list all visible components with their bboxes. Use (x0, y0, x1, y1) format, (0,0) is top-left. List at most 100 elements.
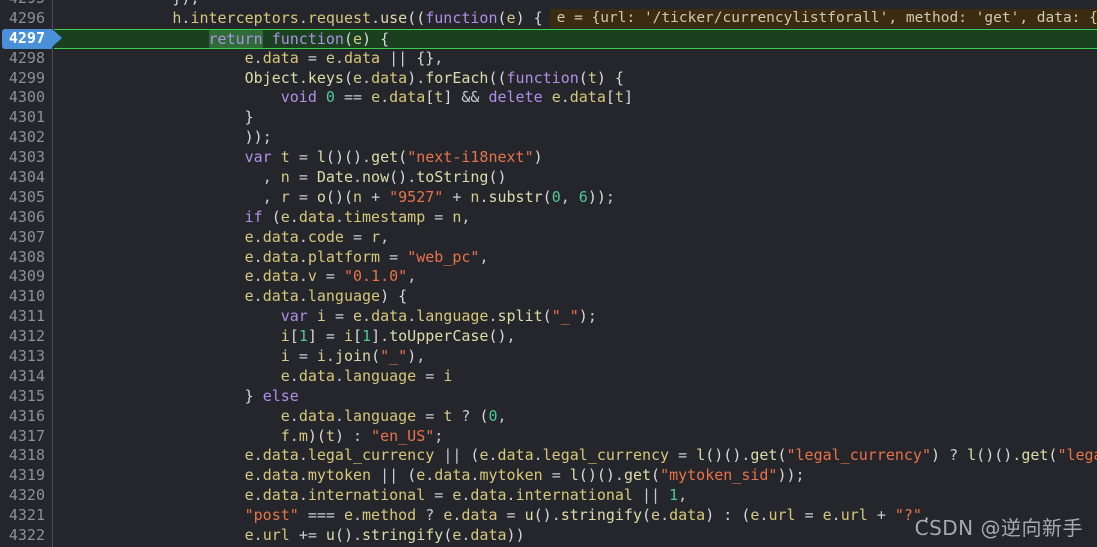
code-line[interactable]: )); (54, 128, 1097, 148)
code-line[interactable]: "post" === e.method ? e.data = u().strin… (54, 506, 1097, 526)
code-line-text: e.data.language = t ? (0, (280, 406, 507, 425)
code-line-text: Object.keys(e.data).forEach((function(t)… (244, 68, 624, 87)
word-occurrence-highlight: return (208, 29, 263, 48)
line-number-label: 4322 (8, 526, 45, 545)
code-line-text: } else (244, 386, 299, 405)
line-number[interactable]: 4298 (0, 49, 53, 69)
code-line[interactable]: }), (54, 0, 1097, 9)
line-number[interactable]: 4301 (0, 108, 53, 128)
line-number[interactable]: 4313 (0, 347, 53, 367)
code-line-text: e.data.legal_currency || (e.data.legal_c… (244, 446, 1097, 465)
code-line-text: e.data.mytoken || (e.data.mytoken = l()(… (244, 466, 805, 485)
line-number[interactable]: 4310 (0, 287, 53, 307)
line-number[interactable]: 4319 (0, 466, 53, 486)
line-number-label: 4299 (8, 68, 45, 87)
code-line[interactable]: e.url += u().stringify(e.data)) (54, 526, 1097, 546)
code-line[interactable]: e.data.platform = "web_pc", (54, 248, 1097, 268)
code-line[interactable]: e.data.legal_currency || (e.data.legal_c… (54, 446, 1097, 466)
line-number[interactable]: 4312 (0, 327, 53, 347)
line-number-label: 4311 (8, 307, 45, 326)
line-number[interactable]: 4322 (0, 526, 53, 546)
line-number[interactable]: 4321 (0, 506, 53, 526)
code-content-area[interactable]: }), h.interceptors.request.use((function… (54, 0, 1097, 547)
line-number-label: 4313 (8, 347, 45, 366)
code-line-text: e.data.code = r, (244, 227, 390, 246)
line-number-label: 4298 (8, 48, 45, 67)
code-line[interactable]: } else (54, 387, 1097, 407)
line-number[interactable]: 4318 (0, 446, 53, 466)
code-line[interactable]: Object.keys(e.data).forEach((function(t)… (54, 69, 1097, 89)
code-line[interactable]: e.data.language = t ? (0, (54, 407, 1097, 427)
line-number-label: 4304 (8, 168, 45, 187)
line-number-label: 4302 (8, 128, 45, 147)
code-line[interactable]: e.data.v = "0.1.0", (54, 267, 1097, 287)
line-number-label: 4316 (8, 406, 45, 425)
code-line[interactable]: } (54, 108, 1097, 128)
line-number-label: 4295 (9, 0, 45, 7)
code-line-text: i[1] = i[1].toUpperCase(), (280, 327, 516, 346)
code-line[interactable]: e.data.code = r, (54, 228, 1097, 248)
line-number-label: 4320 (8, 486, 45, 505)
line-number-label: 4317 (8, 426, 45, 445)
code-line[interactable]: e.data.international = e.data.internatio… (54, 486, 1097, 506)
line-number-label: 4318 (8, 446, 45, 465)
line-number[interactable]: 4315 (0, 387, 53, 407)
line-number[interactable]: 4295 (0, 0, 53, 9)
line-number[interactable]: 4305 (0, 188, 53, 208)
line-number[interactable]: 4303 (0, 148, 53, 168)
line-number[interactable]: 4304 (0, 168, 53, 188)
line-number-label: 4297 (8, 28, 45, 47)
code-line-text: e.data = e.data || {}, (244, 48, 444, 67)
line-number-label: 4309 (8, 267, 45, 286)
code-line-text: e.data.language = i (280, 366, 453, 385)
code-line-current[interactable]: return function(e) { (54, 28, 1097, 49)
line-number-label: 4312 (8, 327, 45, 346)
code-line-text: e.data.v = "0.1.0", (244, 267, 417, 286)
code-line[interactable]: if (e.data.timestamp = n, (54, 208, 1097, 228)
code-line-text: var t = l()().get("next-i18next") (244, 148, 543, 167)
line-number-label: 4301 (8, 108, 45, 127)
line-number[interactable]: 4300 (0, 88, 53, 108)
inline-debug-value-hint[interactable]: e = {url: '/ticker/currencylistforall', … (549, 8, 1097, 28)
line-number[interactable]: 4306 (0, 208, 53, 228)
line-number[interactable]: 4309 (0, 267, 53, 287)
code-line[interactable]: , r = o()(n + "9527" + n.substr(0, 6)); (54, 188, 1097, 208)
line-number[interactable]: 4314 (0, 367, 53, 387)
line-number[interactable]: 4296 (0, 9, 53, 29)
code-line[interactable]: e.data.language) { (54, 287, 1097, 307)
line-number-label: 4315 (8, 386, 45, 405)
line-number-current[interactable]: 4297 (0, 28, 62, 49)
code-line-text: i = i.join("_"), (280, 347, 426, 366)
code-line-text: e.data.platform = "web_pc", (244, 247, 489, 266)
code-line[interactable]: i[1] = i[1].toUpperCase(), (54, 327, 1097, 347)
code-line[interactable]: var t = l()().get("next-i18next") (54, 148, 1097, 168)
line-number-label: 4321 (8, 506, 45, 525)
code-line[interactable]: , n = Date.now().toString() (54, 168, 1097, 188)
line-number[interactable]: 4316 (0, 407, 53, 427)
line-number[interactable]: 4317 (0, 427, 53, 447)
code-line[interactable]: e.data.language = i (54, 367, 1097, 387)
code-line-text: var i = e.data.language.split("_"); (280, 307, 597, 326)
code-line-text: if (e.data.timestamp = n, (244, 207, 471, 226)
line-number[interactable]: 4302 (0, 128, 53, 148)
code-line[interactable]: f.m)(t) : "en_US"; (54, 427, 1097, 447)
code-line[interactable]: e.data = e.data || {}, (54, 49, 1097, 69)
line-number[interactable]: 4320 (0, 486, 53, 506)
line-number[interactable]: 4307 (0, 228, 53, 248)
line-number-label: 4307 (8, 227, 45, 246)
code-editor-view: 4295 429642974298429943004301430243034304… (0, 0, 1097, 547)
code-line[interactable]: var i = e.data.language.split("_"); (54, 307, 1097, 327)
code-line[interactable]: i = i.join("_"), (54, 347, 1097, 367)
line-number-label: 4303 (8, 148, 45, 167)
line-number-label: 4300 (8, 88, 45, 107)
code-line[interactable]: void 0 == e.data[t] && delete e.data[t] (54, 88, 1097, 108)
line-number-label: 4305 (8, 187, 45, 206)
line-number[interactable]: 4311 (0, 307, 53, 327)
code-line[interactable]: h.interceptors.request.use((function(e) … (54, 8, 1097, 29)
line-number-gutter: 4295 429642974298429943004301430243034304… (0, 0, 62, 547)
code-line[interactable]: e.data.mytoken || (e.data.mytoken = l()(… (54, 466, 1097, 486)
code-line-text: e.data.international = e.data.internatio… (244, 486, 688, 505)
line-number[interactable]: 4308 (0, 248, 53, 268)
line-number[interactable]: 4299 (0, 69, 53, 89)
code-line-text: f.m)(t) : "en_US"; (280, 426, 444, 445)
